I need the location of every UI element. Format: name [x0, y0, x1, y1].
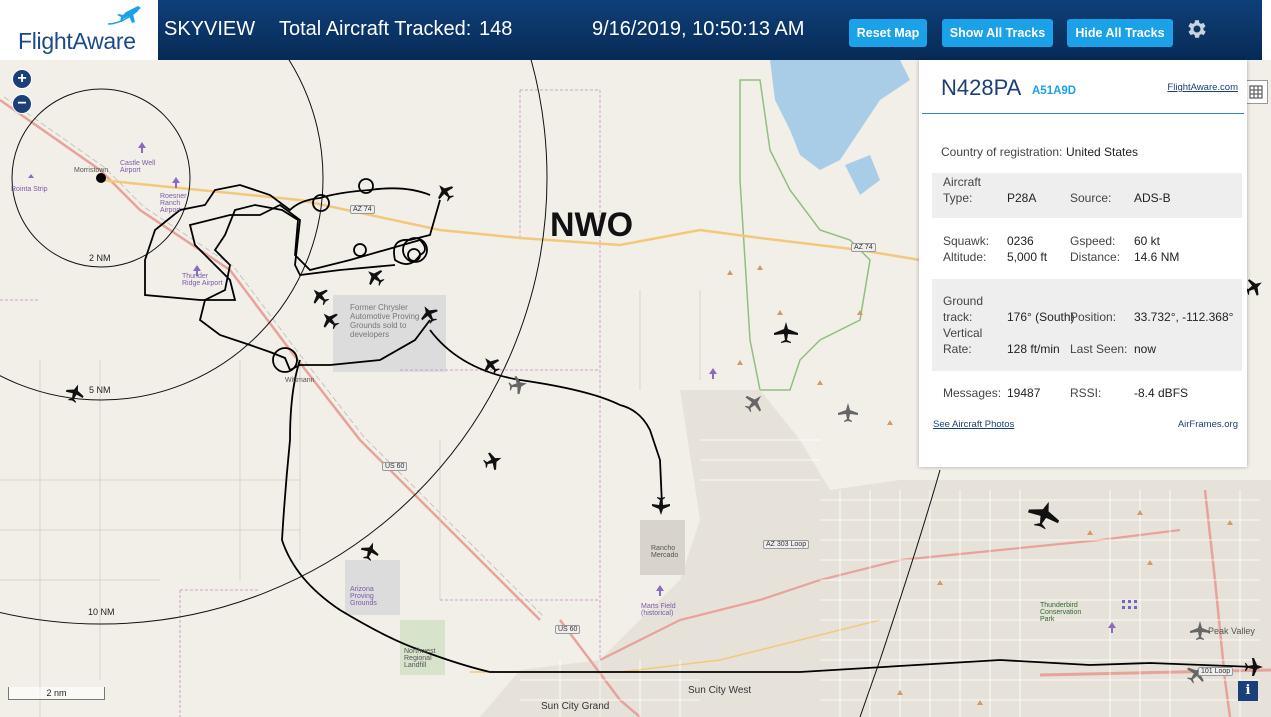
- last-seen-label: Last Seen:: [1070, 342, 1128, 356]
- map-label-wittmann: Wittmann: [285, 377, 315, 384]
- ground-track-label-line1: Ground: [943, 294, 984, 308]
- messages-value: 19487: [1007, 386, 1041, 400]
- range-ring-label: 10 NM: [88, 607, 115, 617]
- squawk-value: 0236: [1007, 234, 1034, 248]
- airport-code-label: NWO: [550, 206, 634, 244]
- zoom-out-button[interactable]: −: [12, 94, 32, 114]
- distance-label: Distance:: [1070, 250, 1121, 264]
- ground-track-label-line2: track:: [943, 310, 973, 324]
- map-label-sun-city-grand: Sun City Grand: [541, 701, 610, 712]
- logo-text: FlightAware: [18, 28, 136, 54]
- info-button[interactable]: i: [1238, 681, 1258, 701]
- position-label: Position:: [1070, 310, 1117, 324]
- see-aircraft-photos-link[interactable]: See Aircraft Photos: [933, 419, 1014, 430]
- rssi-value: -8.4 dBFS: [1134, 386, 1189, 400]
- map-label-landfill: Northwest Regional Landfill: [404, 648, 436, 669]
- layers-button[interactable]: [1244, 80, 1268, 104]
- map-label-peak-valley: Peak Valley: [1208, 626, 1255, 636]
- map-label-arizona-proving: Arizona Proving Grounds: [350, 586, 377, 607]
- aircraft-info-popup: N428PA A51A9D FlightAware.com Country of…: [919, 60, 1247, 467]
- grid-icon: [1249, 85, 1263, 99]
- ground-track-value: 176° (South): [1007, 310, 1075, 324]
- receiver-marker: [96, 173, 106, 183]
- squawk-label: Squawk:: [943, 234, 990, 248]
- map-label-sun-city-west: Sun City West: [688, 685, 752, 696]
- popup-divider: [922, 113, 1244, 114]
- country-value: United States: [1066, 145, 1139, 159]
- source-label: Source:: [1070, 191, 1112, 205]
- scale-bar: 2 nm: [8, 687, 105, 700]
- flightaware-link[interactable]: FlightAware.com: [1167, 82, 1238, 93]
- road-shield: US 60: [382, 462, 408, 471]
- logo-plane-icon: [107, 6, 141, 25]
- distance-value: 14.6 NM: [1134, 250, 1180, 264]
- aircraft-type-label-line1: Aircraft: [943, 175, 982, 189]
- rssi-label: RSSI:: [1070, 386, 1102, 400]
- airframes-link[interactable]: AirFrames.org: [1178, 419, 1238, 430]
- messages-label: Messages:: [943, 386, 1002, 400]
- map-label-rancho-mercado: Rancho Mercado: [651, 545, 679, 559]
- aircraft-type-value: P28A: [1007, 191, 1037, 205]
- road-shield: AZ 303 Loop: [763, 540, 810, 549]
- range-ring-label: 2 NM: [89, 253, 111, 263]
- aircraft-registration: N428PA: [941, 75, 1022, 100]
- vertical-rate-label-line1: Vertical: [943, 326, 983, 340]
- last-seen-value: now: [1134, 342, 1157, 356]
- aircraft-type-label-line2: Type:: [943, 191, 973, 205]
- road-shield: 101 Loop: [1198, 667, 1234, 676]
- road-shield: US 60: [555, 625, 581, 634]
- reset-map-button[interactable]: Reset Map: [849, 19, 927, 47]
- map-label-rointa: Rointa Strip: [11, 186, 48, 193]
- header-bar: FlightAware SKYVIEW Total Aircraft Track…: [0, 0, 1271, 60]
- vertical-rate-value: 128 ft/min: [1007, 342, 1060, 356]
- gspeed-label: Gspeed:: [1070, 234, 1116, 248]
- aircraft-hex-code: A51A9D: [1032, 85, 1077, 97]
- altitude-value: 5,000 ft: [1007, 250, 1048, 264]
- source-value: ADS-B: [1134, 191, 1171, 205]
- map-label-castle-well: Castle Well Airport: [120, 160, 156, 174]
- map-label-thunder-ridge: Thunder Ridge Airport: [182, 273, 223, 287]
- zoom-in-button[interactable]: +: [12, 69, 32, 89]
- position-value: 33.732°, -112.368°: [1134, 310, 1234, 324]
- vertical-rate-label-line2: Rate:: [943, 342, 972, 356]
- tracked-label: Total Aircraft Tracked:: [279, 18, 472, 40]
- header-edge: [1262, 0, 1271, 60]
- road-shield: AZ 74: [350, 205, 375, 214]
- flightaware-logo[interactable]: FlightAware: [0, 0, 158, 60]
- tracked-count: 148: [479, 18, 513, 40]
- gspeed-value: 60 kt: [1134, 234, 1161, 248]
- map-label-thunderbird: Thunderbird Conservation Park: [1040, 602, 1082, 623]
- app-title: SKYVIEW: [164, 18, 256, 40]
- clock: 9/16/2019, 10:50:13 AM: [592, 18, 805, 40]
- country-label: Country of registration:: [941, 145, 1063, 159]
- map-label-morristown: Morristown: [74, 167, 109, 174]
- road-shield: AZ 74: [851, 243, 876, 252]
- range-ring-label: 5 NM: [89, 385, 111, 395]
- map-label-marts-field: Marts Field (historical): [641, 603, 676, 617]
- hide-all-tracks-button[interactable]: Hide All Tracks: [1067, 19, 1173, 47]
- show-all-tracks-button[interactable]: Show All Tracks: [942, 19, 1053, 47]
- map-label-former-chrysler: Former Chrysler Automotive Proving Groun…: [350, 303, 420, 339]
- map-label-roesner: Roesner Ranch Airport: [160, 193, 187, 214]
- gear-icon[interactable]: [1184, 17, 1208, 41]
- altitude-label: Altitude:: [943, 250, 987, 264]
